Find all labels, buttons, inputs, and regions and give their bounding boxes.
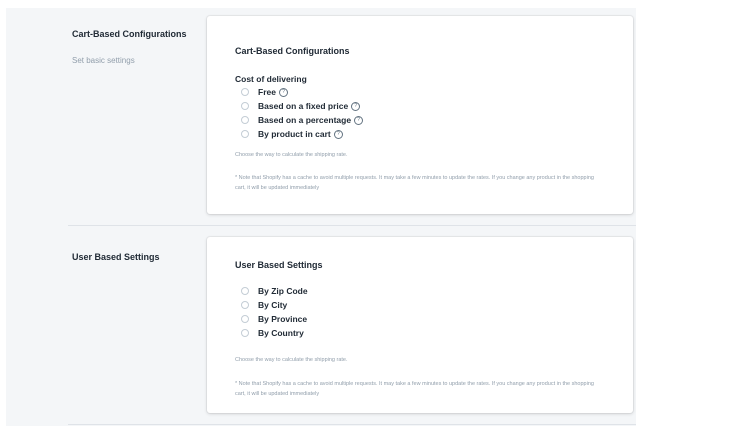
user-based-annotation: User Based Settings — [72, 251, 192, 264]
radio-button[interactable] — [241, 116, 249, 124]
option-percentage[interactable]: Based on a percentage ? — [241, 113, 364, 127]
shipping-rate-help-text: Choose the way to calculate the shipping… — [235, 357, 348, 363]
radio-button[interactable] — [241, 301, 249, 309]
radio-button[interactable] — [241, 88, 249, 96]
option-label: By Province — [258, 314, 308, 324]
cache-note: * Note that Shopify has a cache to avoid… — [235, 175, 594, 191]
option-country[interactable]: By Country — [241, 326, 308, 340]
cart-based-annotation-title: Cart-Based Configurations — [72, 29, 187, 39]
cost-of-delivering-options: Free ? Based on a fixed price ? Based on… — [241, 85, 364, 141]
cart-based-section: Cart-Based Configurations Set basic sett… — [6, 8, 636, 226]
help-icon[interactable]: ? — [278, 87, 288, 97]
option-label: By Country — [258, 328, 304, 338]
section-divider — [68, 424, 636, 425]
user-based-annotation-title: User Based Settings — [72, 252, 160, 262]
option-label: Based on a percentage — [258, 115, 352, 125]
cost-of-delivering-label: Cost of delivering — [235, 74, 307, 84]
user-based-card: User Based Settings By Zip Code By City … — [207, 237, 633, 413]
option-province[interactable]: By Province — [241, 312, 308, 326]
user-based-options: By Zip Code By City By Province By Count… — [241, 284, 308, 340]
option-zip-code[interactable]: By Zip Code — [241, 284, 308, 298]
help-icon[interactable]: ? — [333, 129, 343, 139]
settings-page: Cart-Based Configurations Set basic sett… — [6, 8, 636, 426]
cart-based-card: Cart-Based Configurations Cost of delive… — [207, 16, 633, 214]
cache-note: * Note that Shopify has a cache to avoid… — [235, 381, 594, 397]
radio-button[interactable] — [241, 102, 249, 110]
option-label: Based on a fixed price — [258, 101, 349, 111]
cart-based-annotation-description: Set basic settings — [72, 56, 135, 65]
cart-based-annotation: Cart-Based Configurations Set basic sett… — [72, 28, 192, 66]
option-city[interactable]: By City — [241, 298, 308, 312]
user-based-card-title: User Based Settings — [235, 260, 323, 270]
option-free[interactable]: Free ? — [241, 85, 363, 99]
option-label: Free — [258, 87, 276, 97]
option-label: By Zip Code — [258, 286, 308, 296]
radio-button[interactable] — [241, 329, 249, 337]
option-label: By City — [258, 300, 288, 310]
help-icon[interactable]: ? — [351, 101, 361, 111]
shipping-rate-help-text: Choose the way to calculate the shipping… — [235, 152, 348, 158]
help-icon[interactable]: ? — [354, 115, 364, 125]
radio-button[interactable] — [241, 287, 249, 295]
option-product-in-cart[interactable]: By product in cart ? — [241, 127, 363, 141]
option-label: By product in cart — [258, 129, 331, 139]
cart-based-card-title: Cart-Based Configurations — [235, 46, 350, 56]
option-fixed-price[interactable]: Based on a fixed price ? — [241, 99, 363, 113]
radio-button[interactable] — [241, 315, 249, 323]
radio-button[interactable] — [241, 130, 249, 138]
